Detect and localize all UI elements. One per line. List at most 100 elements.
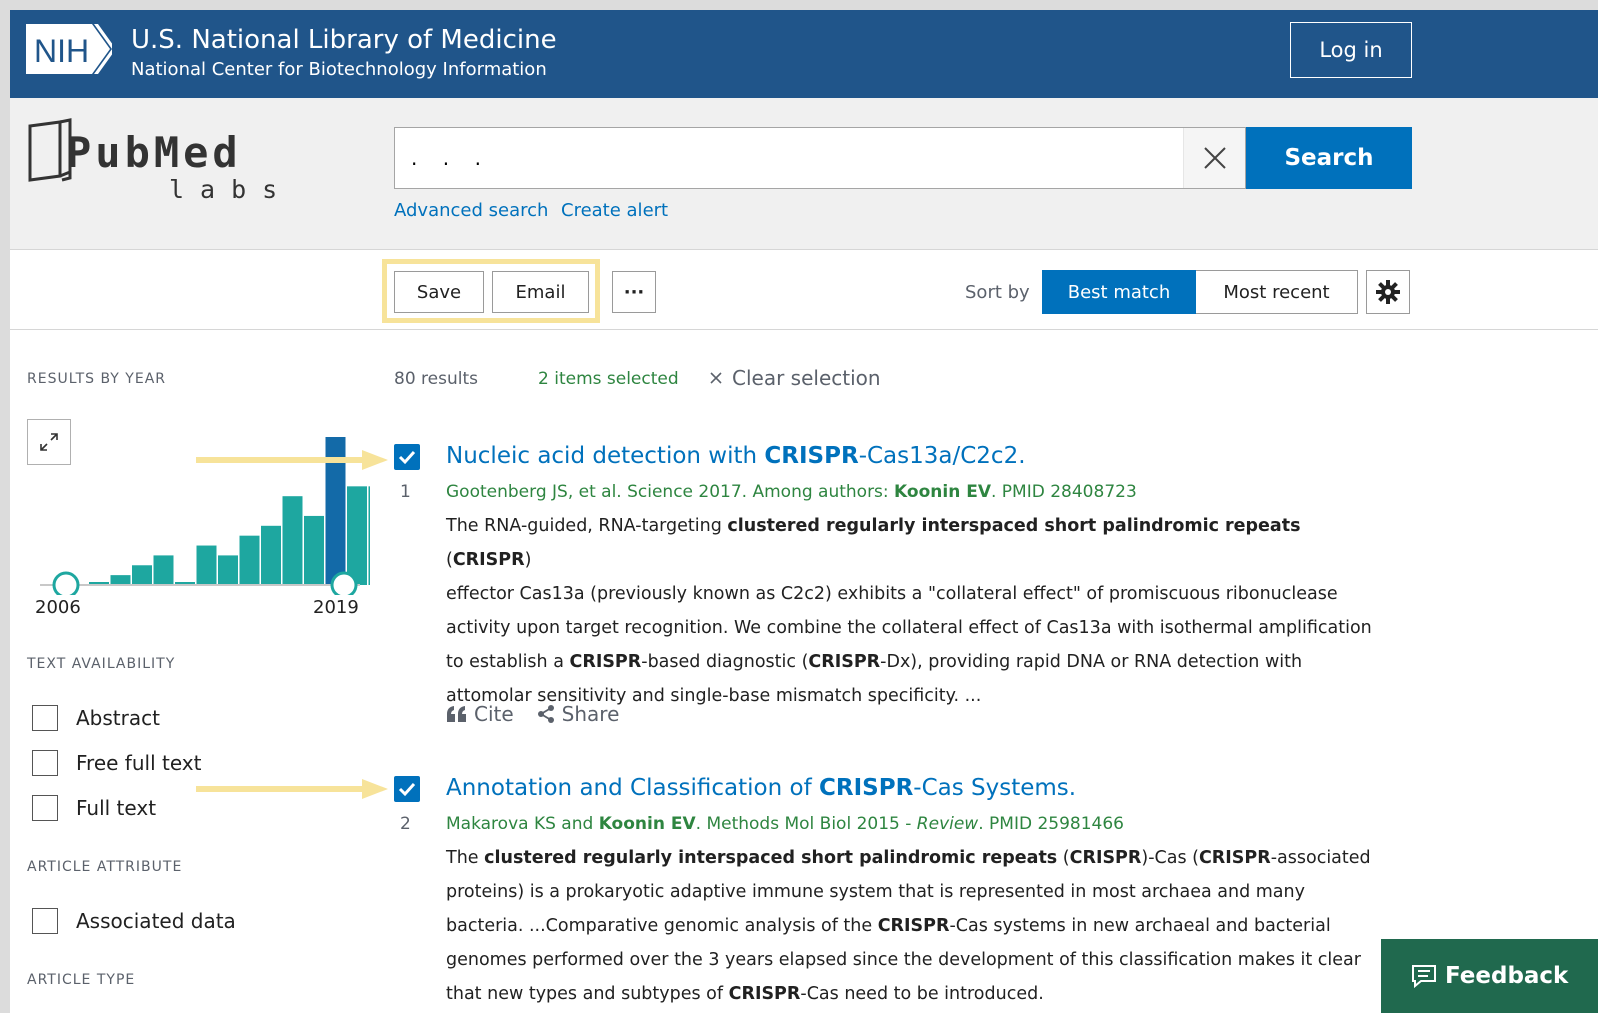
nih-logo[interactable]: NIH	[26, 22, 112, 76]
page-frame: NIH U.S. National Library of Medicine Na…	[10, 10, 1598, 1013]
citation-author: Koonin EV	[598, 814, 696, 834]
more-actions-button[interactable]: ···	[612, 271, 656, 313]
title-text: -Cas13a/C2c2.	[858, 443, 1026, 469]
snippet-highlight: CRISPR	[1198, 848, 1271, 868]
clear-selection-label: Clear selection	[732, 366, 881, 390]
nih-banner: NIH U.S. National Library of Medicine Na…	[10, 10, 1598, 98]
year-bar-2007[interactable]	[110, 575, 131, 585]
sort-most-recent-button[interactable]: Most recent	[1196, 270, 1358, 314]
cite-button[interactable]: Cite	[446, 702, 514, 726]
result-title-link[interactable]: Nucleic acid detection with CRISPR-Cas13…	[446, 443, 1026, 469]
filter-full-text[interactable]: Full text	[32, 795, 156, 821]
sort-label: Sort by	[965, 282, 1030, 303]
snippet-highlight: CRISPR	[569, 652, 642, 672]
snippet-text: to establish a	[446, 652, 570, 672]
title-highlight: CRISPR	[764, 443, 859, 469]
snippet-line: to establish a CRISPR-based diagnostic (…	[446, 645, 1376, 679]
snippet-line: that new types and subtypes of CRISPR-Ca…	[446, 977, 1376, 1011]
close-icon	[710, 372, 722, 384]
title-highlight: CRISPR	[819, 775, 914, 801]
cite-label: Cite	[474, 702, 514, 726]
snippet-line: activity upon target recognition. We com…	[446, 611, 1376, 645]
snippet-line: The RNA-guided, RNA-targeting clustered …	[446, 509, 1376, 577]
clear-selection-button[interactable]: Clear selection	[710, 366, 881, 390]
create-alert-link[interactable]: Create alert	[561, 200, 668, 221]
abstract-checkbox[interactable]	[32, 705, 58, 731]
share-button[interactable]: Share	[536, 702, 620, 726]
citation-review: Review	[916, 814, 979, 834]
full-text-checkbox[interactable]	[32, 795, 58, 821]
free-full-text-checkbox[interactable]	[32, 750, 58, 776]
comment-icon	[1412, 965, 1436, 988]
feedback-button[interactable]: Feedback	[1381, 939, 1598, 1013]
clear-search-button[interactable]	[1183, 128, 1245, 188]
title-text: Nucleic acid detection with	[446, 443, 765, 469]
advanced-search-link[interactable]: Advanced search	[394, 200, 548, 221]
snippet-highlight: clustered regularly interspaced short pa…	[484, 848, 1058, 868]
annotation-arrow	[196, 450, 388, 470]
result-1-checkbox[interactable]	[394, 444, 420, 470]
article-type-heading: ARTICLE TYPE	[27, 972, 136, 988]
year-bar-2019[interactable]	[368, 486, 371, 585]
display-options-button[interactable]	[1366, 270, 1410, 314]
result-citation: Gootenberg JS, et al. Science 2017. Amon…	[446, 482, 1137, 502]
filter-abstract[interactable]: Abstract	[32, 705, 160, 731]
year-bar-2015[interactable]	[282, 496, 303, 585]
check-icon	[398, 782, 416, 797]
snippet-line: proteins) is a prokaryotic adaptive immu…	[446, 875, 1376, 909]
result-citation: Makarova KS and Koonin EV. Methods Mol B…	[446, 814, 1124, 834]
filter-label: Associated data	[76, 909, 236, 933]
citation-author: Koonin EV	[894, 482, 991, 502]
quote-icon	[447, 706, 466, 722]
citation-text: Makarova KS and	[446, 814, 599, 834]
year-bar-2014[interactable]	[261, 525, 281, 585]
share-label: Share	[561, 702, 620, 726]
snippet-text: (	[446, 550, 453, 570]
snippet-text: bacteria. ...Comparative genomic analysi…	[446, 916, 878, 936]
results-by-year-chart[interactable]	[30, 415, 370, 595]
result-snippet: The clustered regularly interspaced shor…	[446, 841, 1376, 1011]
share-icon	[537, 705, 554, 723]
text-availability-heading: TEXT AVAILABILITY	[27, 656, 176, 672]
year-bar-2011[interactable]	[196, 545, 217, 585]
snippet-text: activity upon target recognition. We com…	[446, 618, 1372, 638]
snippet-text: -Cas systems in new archaeal and bacteri…	[949, 916, 1331, 936]
filter-associated-data[interactable]: Associated data	[32, 908, 236, 934]
associated-data-checkbox[interactable]	[32, 908, 58, 934]
search-input[interactable]	[395, 128, 1183, 188]
email-button[interactable]: Email	[492, 271, 589, 313]
range-start-handle[interactable]	[52, 571, 80, 595]
citation-text: . Methods Mol Biol 2015 -	[695, 814, 917, 834]
save-button[interactable]: Save	[394, 271, 484, 313]
snippet-line: effector Cas13a (previously known as C2c…	[446, 577, 1376, 611]
close-icon	[1203, 147, 1226, 169]
sort-best-match-button[interactable]: Best match	[1042, 270, 1196, 314]
filter-label: Free full text	[76, 751, 202, 775]
citation-text: . PMID 28408723	[991, 482, 1137, 502]
snippet-highlight: CRISPR	[877, 916, 950, 936]
search-area: PubMed labs Search Advanced search Creat…	[10, 98, 1598, 250]
year-bar-2013[interactable]	[239, 535, 260, 585]
login-button[interactable]: Log in	[1290, 22, 1412, 78]
filter-label: Full text	[76, 796, 157, 820]
year-bar-2016[interactable]	[304, 515, 324, 585]
snippet-highlight: CRISPR	[728, 984, 801, 1004]
search-button[interactable]: Search	[1246, 127, 1412, 189]
year-bar-2009[interactable]	[153, 555, 174, 585]
snippet-text: -based diagnostic (	[641, 652, 809, 672]
year-bar-2008[interactable]	[132, 565, 152, 585]
range-end-handle[interactable]	[330, 571, 358, 595]
result-title-link[interactable]: Annotation and Classification of CRISPR-…	[446, 775, 1076, 801]
results-count: 80 results	[394, 369, 478, 389]
title-text: Annotation and Classification of	[446, 775, 819, 801]
snippet-line: bacteria. ...Comparative genomic analysi…	[446, 909, 1376, 943]
snippet-text: -Cas need to be introduced.	[800, 984, 1044, 1004]
snippet-text: that new types and subtypes of	[446, 984, 729, 1004]
result-2-checkbox[interactable]	[394, 776, 420, 802]
year-bar-2018[interactable]	[347, 486, 367, 585]
filter-free-full-text[interactable]: Free full text	[32, 750, 201, 776]
year-bar-2012[interactable]	[218, 555, 238, 585]
snippet-text: The RNA-guided, RNA-targeting	[446, 516, 728, 536]
year-start-label: 2006	[35, 597, 81, 618]
snippet-text: proteins) is a prokaryotic adaptive immu…	[446, 882, 1305, 902]
